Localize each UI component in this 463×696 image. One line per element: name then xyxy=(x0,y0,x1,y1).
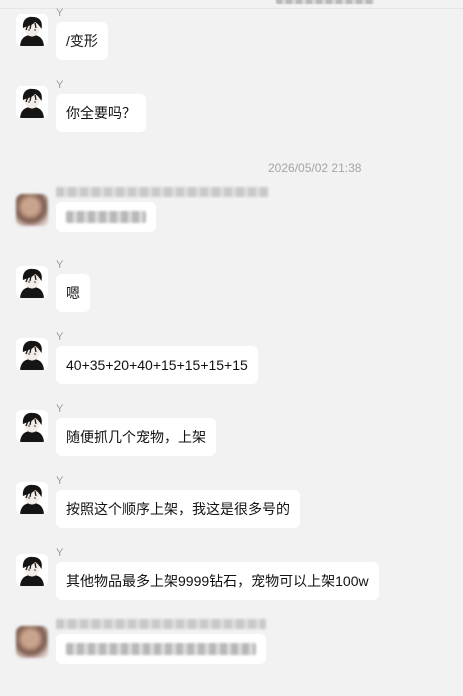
redacted-avatar-icon[interactable] xyxy=(16,194,48,226)
message-bubble[interactable]: 随便抓几个宠物，上架 xyxy=(56,418,216,456)
redacted-sender xyxy=(56,187,268,197)
redacted-text xyxy=(66,643,256,655)
avatar-icon[interactable] xyxy=(16,410,48,442)
sender-name: Y xyxy=(56,547,64,559)
redacted-title xyxy=(276,0,374,4)
window-top-edge xyxy=(0,0,463,9)
sender-name: Y xyxy=(56,331,64,343)
avatar-icon[interactable] xyxy=(16,14,48,46)
redacted-message-bubble[interactable] xyxy=(56,634,266,664)
message-bubble[interactable]: 你全要吗？ xyxy=(56,94,146,132)
avatar-icon[interactable] xyxy=(16,266,48,298)
message-bubble[interactable]: 40+35+20+40+15+15+15+15 xyxy=(56,346,258,384)
avatar-icon[interactable] xyxy=(16,482,48,514)
sender-name: Y xyxy=(56,7,64,19)
redacted-sender xyxy=(56,619,266,629)
message-timestamp: 2026/05/02 21:38 xyxy=(268,161,362,175)
redacted-avatar-icon[interactable] xyxy=(16,626,48,658)
redacted-text xyxy=(66,211,146,223)
avatar-icon[interactable] xyxy=(16,554,48,586)
redacted-message-bubble[interactable] xyxy=(56,202,156,232)
avatar-icon[interactable] xyxy=(16,86,48,118)
message-bubble[interactable]: 嗯 xyxy=(56,274,90,312)
message-bubble[interactable]: 按照这个顺序上架，我这是很多号的 xyxy=(56,490,300,528)
sender-name: Y xyxy=(56,259,64,271)
message-bubble[interactable]: 其他物品最多上架9999钻石，宠物可以上架100w xyxy=(56,562,379,600)
message-bubble[interactable]: /变形 xyxy=(56,22,108,60)
sender-name: Y xyxy=(56,403,64,415)
sender-name: Y xyxy=(56,79,64,91)
avatar-icon[interactable] xyxy=(16,338,48,370)
sender-name: Y xyxy=(56,475,64,487)
